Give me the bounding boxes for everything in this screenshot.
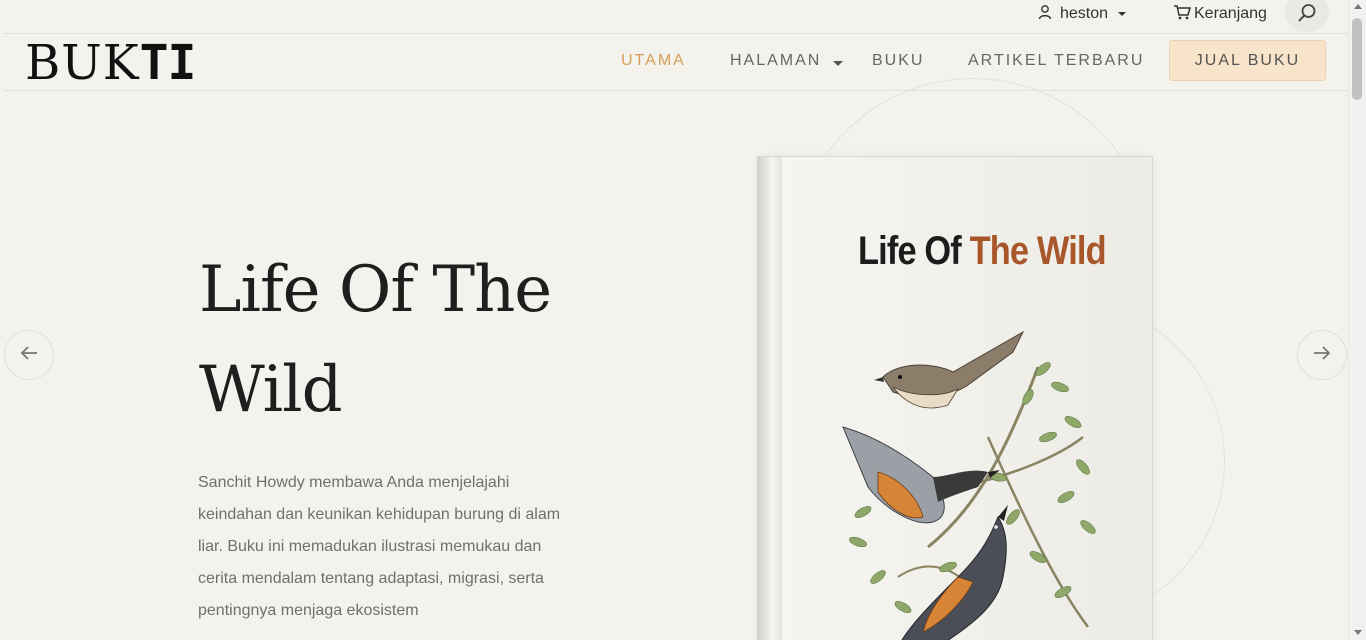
book-cover[interactable]: Life Of The Wild bbox=[757, 156, 1153, 640]
nav-item-pages[interactable]: HALAMAN bbox=[730, 35, 844, 87]
sell-book-label: JUAL BUKU bbox=[1194, 51, 1301, 69]
slider-prev-button[interactable] bbox=[4, 330, 54, 380]
nav-label: ARTIKEL TERBARU bbox=[968, 52, 1145, 69]
chevron-down-icon bbox=[833, 60, 844, 66]
search-icon bbox=[1297, 3, 1317, 28]
nav-item-books[interactable]: BUKU bbox=[872, 35, 924, 87]
logo-text-light: BUK bbox=[25, 35, 140, 91]
slider-next-button[interactable] bbox=[1297, 330, 1347, 380]
site-logo[interactable]: BUK TI bbox=[25, 35, 197, 91]
logo-text-bold: TI bbox=[139, 35, 197, 91]
arrow-right-icon bbox=[1312, 345, 1332, 366]
nav-label: HALAMAN bbox=[730, 52, 822, 69]
cart-link[interactable]: Keranjang bbox=[1173, 4, 1267, 24]
cart-icon bbox=[1173, 4, 1191, 25]
nav-item-home[interactable]: UTAMA bbox=[621, 35, 686, 87]
book-cover-title: Life Of The Wild bbox=[858, 229, 1107, 274]
scroll-up-arrow-icon[interactable] bbox=[1354, 4, 1362, 9]
book-cover-title-dark: Life Of bbox=[858, 229, 962, 273]
arrow-left-icon bbox=[19, 345, 39, 366]
nav-item-articles[interactable]: ARTIKEL TERBARU bbox=[968, 35, 1144, 87]
page: heston Keranjang BUK TI UTAMA HALAMAN BU… bbox=[3, 0, 1348, 640]
bird-illustration bbox=[842, 330, 1096, 640]
scrollbar-thumb[interactable] bbox=[1352, 18, 1362, 100]
scroll-down-arrow-icon[interactable] bbox=[1354, 630, 1362, 635]
user-menu[interactable]: heston bbox=[1038, 4, 1127, 25]
book-spine bbox=[758, 157, 782, 640]
chevron-down-icon bbox=[1118, 12, 1127, 16]
page-scrollbar[interactable] bbox=[1348, 0, 1366, 640]
user-icon bbox=[1038, 4, 1052, 25]
top-bar: heston Keranjang bbox=[3, 0, 1348, 34]
book-cover-title-accent: The Wild bbox=[969, 229, 1107, 273]
user-name: heston bbox=[1060, 5, 1109, 22]
sell-book-button[interactable]: JUAL BUKU bbox=[1169, 40, 1326, 81]
cart-label: Keranjang bbox=[1194, 5, 1267, 22]
main-header: BUK TI UTAMA HALAMAN BUKU ARTIKEL TERBAR… bbox=[3, 35, 1348, 91]
nav-label: UTAMA bbox=[621, 52, 686, 69]
hero-title: Life Of The Wild bbox=[199, 253, 552, 427]
nav-label: BUKU bbox=[872, 52, 925, 69]
search-button[interactable] bbox=[1285, 0, 1329, 32]
hero-description: Sanchit Howdy membawa Anda menjelajahi k… bbox=[198, 474, 561, 619]
